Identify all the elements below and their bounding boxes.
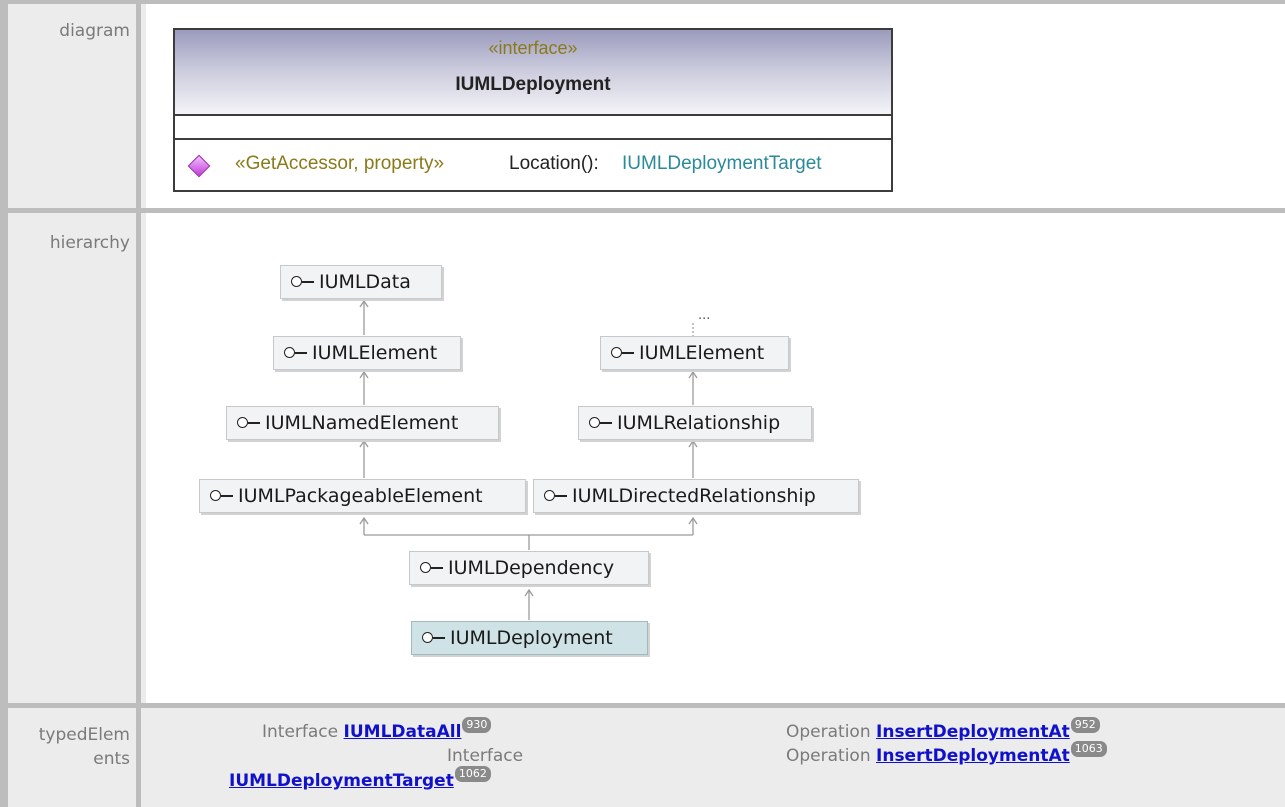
node-iumlrelationship[interactable]: IUMLRelationship: [578, 406, 812, 440]
typed-element-link[interactable]: IUMLDataAll: [344, 722, 462, 742]
count-badge: 952: [1070, 717, 1100, 733]
node-iumldependency[interactable]: IUMLDependency: [409, 551, 649, 585]
count-badge: 1063: [1070, 741, 1107, 757]
typed-element-1: Interface IUMLDataAll 930: [262, 717, 492, 742]
node-label: IUMLData: [319, 271, 411, 293]
interface-lollipop-icon: [422, 631, 446, 645]
right-chain-more: ...: [698, 308, 711, 323]
typed-element-kind: Interface: [447, 746, 524, 766]
interface-lollipop-icon: [611, 346, 635, 360]
typed-element-kind: Operation: [786, 722, 871, 742]
documentation-table: diagram hierarchy typedElem ents «interf…: [0, 0, 1285, 807]
interface-lollipop-icon: [589, 416, 613, 430]
typed-element-link[interactable]: IUMLDeploymentTarget: [229, 771, 454, 791]
node-iumlelement-right[interactable]: IUMLElement: [600, 336, 789, 370]
node-iumlelement-left[interactable]: IUMLElement: [273, 336, 461, 370]
interface-lollipop-icon: [210, 489, 234, 503]
typed-element-link[interactable]: InsertDeploymentAt: [876, 746, 1070, 766]
node-label: IUMLRelationship: [617, 412, 781, 434]
node-label: IUMLNamedElement: [265, 412, 459, 434]
count-badge: 930: [462, 717, 492, 733]
typed-element-kind: Interface: [262, 722, 339, 742]
count-badge: 1062: [454, 766, 491, 782]
interface-lollipop-icon: [420, 561, 444, 575]
node-label: IUMLElement: [312, 342, 438, 364]
typed-element-2: Operation InsertDeploymentAt 952: [786, 717, 1100, 742]
interface-lollipop-icon: [284, 346, 308, 360]
interface-lollipop-icon: [237, 416, 261, 430]
node-label: IUMLElement: [639, 342, 765, 364]
node-iumldata[interactable]: IUMLData: [280, 265, 442, 299]
typed-element-link[interactable]: InsertDeploymentAt: [876, 722, 1070, 742]
node-label: IUMLDirectedRelationship: [572, 485, 816, 507]
node-iumlpackageableelement[interactable]: IUMLPackageableElement: [199, 479, 526, 513]
node-label: IUMLDeployment: [450, 627, 613, 649]
node-iumldeployment-selected[interactable]: IUMLDeployment: [411, 621, 648, 655]
typed-element-kind: Operation: [786, 746, 871, 766]
node-iumlnamedelement[interactable]: IUMLNamedElement: [226, 406, 499, 440]
hierarchy-edges: [359, 299, 698, 620]
interface-lollipop-icon: [291, 275, 315, 289]
typed-element-4: Operation InsertDeploymentAt 1063: [786, 741, 1107, 766]
interface-lollipop-icon: [544, 489, 568, 503]
node-iumldirectedrelationship[interactable]: IUMLDirectedRelationship: [533, 479, 859, 513]
typed-element-3: IUMLDeploymentTarget 1062: [229, 766, 491, 791]
typed-element-3-kind: Interface: [447, 746, 523, 766]
node-label: IUMLDependency: [448, 557, 615, 579]
node-label: IUMLPackageableElement: [238, 485, 483, 507]
